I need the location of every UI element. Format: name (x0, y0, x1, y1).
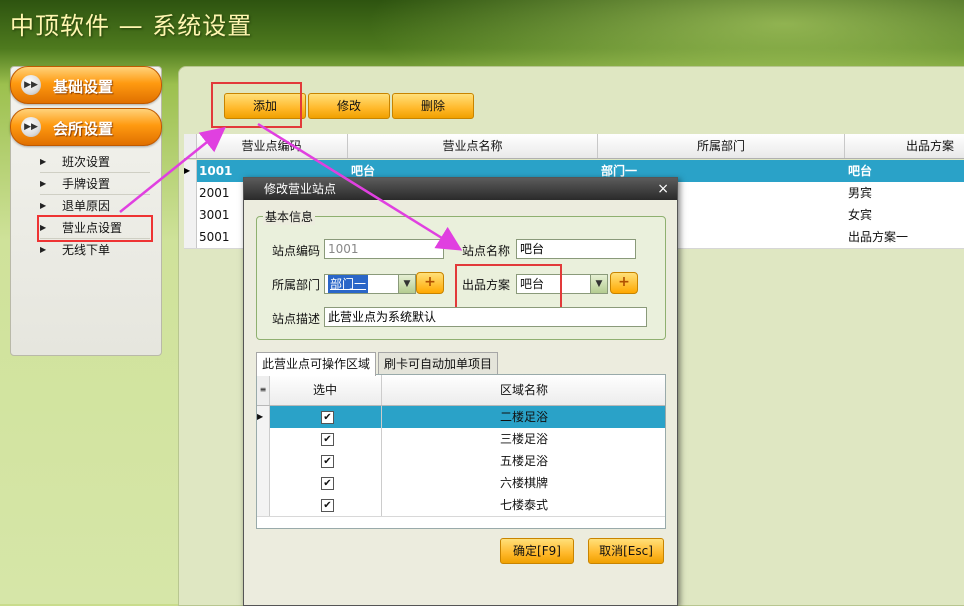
cell-code: 1001 (199, 164, 233, 178)
expand-icon: ▶▶ (21, 117, 41, 137)
checkbox[interactable]: ✔ (321, 411, 334, 424)
tab-operable-areas[interactable]: 此营业点可操作区域 (256, 352, 377, 376)
list-item[interactable]: ✔ 七楼泰式 (257, 494, 665, 517)
add-plan-button[interactable]: + (610, 272, 638, 294)
row-indicator (257, 428, 270, 450)
list-item[interactable]: ✔ 五楼足浴 (257, 450, 665, 473)
add-dept-button[interactable]: + (416, 272, 444, 294)
sidebar-item-shift[interactable]: ▶ 班次设置 (40, 152, 150, 173)
sidebar-item-label: 营业点设置 (62, 221, 123, 235)
dialog-title: 修改营业站点 (264, 182, 337, 196)
cell-plan: 吧台 (848, 164, 873, 178)
row-indicator (257, 494, 270, 516)
sidebar-group-label: 基础设置 (53, 78, 114, 96)
grid-header: 营业点编码 营业点名称 所属部门 出品方案 (184, 134, 964, 159)
checkbox[interactable]: ✔ (321, 477, 334, 490)
list-item[interactable]: ▶ ✔ 二楼足浴 (257, 406, 665, 429)
sidebar-item-return-reason[interactable]: ▶ 退单原因 (40, 196, 150, 217)
area-grid: ≡ 选中 区域名称 ▶ ✔ 二楼足浴 ✔ 三楼足浴 ✔ 五楼足浴 ✔ 六楼棋牌 … (256, 374, 666, 529)
sidebar-group-club[interactable]: ▶▶ 会所设置 (10, 108, 162, 146)
area-grid-header: ≡ 选中 区域名称 (257, 375, 665, 406)
cancel-button[interactable]: 取消[Esc] (588, 538, 664, 564)
ok-button[interactable]: 确定[F9] (500, 538, 574, 564)
delete-button[interactable]: 删除 (392, 93, 474, 119)
checkbox[interactable]: ✔ (321, 499, 334, 512)
cell-code: 5001 (199, 230, 230, 244)
sidebar-group-basic[interactable]: ▶▶ 基础设置 (10, 66, 162, 104)
sidebar-item-business-point[interactable]: ▶ 营业点设置 (37, 215, 153, 242)
cell-plan: 男宾 (848, 186, 873, 200)
chevron-down-icon[interactable]: ▼ (398, 275, 415, 293)
col-area-name[interactable]: 区域名称 (381, 375, 666, 405)
cell-code: 2001 (199, 186, 230, 200)
desc-field[interactable] (324, 307, 647, 327)
area-name: 五楼足浴 (381, 450, 666, 472)
bullet-arrow-icon: ▶ (40, 201, 47, 210)
current-row-icon: ▶ (257, 406, 270, 428)
dept-value: 部门一 (328, 275, 369, 293)
col-code[interactable]: 营业点编码 (196, 134, 348, 158)
area-name: 七楼泰式 (381, 494, 666, 516)
sidebar-item-label: 无线下单 (62, 243, 111, 257)
desc-label: 站点描述 (272, 312, 321, 326)
sidebar-item-wristband[interactable]: ▶ 手牌设置 (40, 174, 150, 195)
checkbox[interactable]: ✔ (321, 433, 334, 446)
list-item[interactable]: ✔ 三楼足浴 (257, 428, 665, 451)
cell-plan: 女宾 (848, 208, 873, 222)
cell-plan: 出品方案一 (848, 230, 909, 244)
highlight-box (455, 264, 562, 310)
chevron-down-icon[interactable]: ▼ (590, 275, 607, 293)
row-indicator (257, 450, 270, 472)
dept-select[interactable]: 部门一 ▼ (324, 274, 416, 294)
edit-button[interactable]: 修改 (308, 93, 390, 119)
bullet-arrow-icon: ▶ (40, 245, 47, 254)
col-name[interactable]: 营业点名称 (348, 134, 598, 158)
expand-icon: ▶▶ (21, 75, 41, 95)
highlight-box (211, 82, 302, 128)
list-item[interactable]: ✔ 六楼棋牌 (257, 472, 665, 495)
area-name: 二楼足浴 (381, 406, 666, 428)
sidebar-item-label: 班次设置 (62, 155, 111, 169)
area-name: 三楼足浴 (381, 428, 666, 450)
bullet-arrow-icon: ▶ (40, 179, 47, 188)
checkbox[interactable]: ✔ (321, 455, 334, 468)
cell-code: 3001 (199, 208, 230, 222)
col-selected[interactable]: 选中 (269, 375, 381, 405)
edit-site-dialog: 修改营业站点 × 基本信息 站点编码 站点名称 所属部门 部门一 ▼ + 出品方… (243, 177, 678, 606)
bullet-arrow-icon: ▶ (40, 223, 47, 232)
dept-label: 所属部门 (272, 278, 321, 292)
col-plan[interactable]: 出品方案 (845, 134, 964, 158)
sidebar-item-label: 手牌设置 (62, 177, 111, 191)
app-title: 中顶软件 — 系统设置 (10, 12, 253, 40)
row-indicator (257, 472, 270, 494)
tab-auto-add-items[interactable]: 刷卡可自动加单项目 (378, 352, 499, 375)
site-name-label: 站点名称 (462, 244, 511, 258)
dialog-titlebar[interactable]: 修改营业站点 × (244, 178, 677, 200)
site-code-field[interactable] (324, 239, 444, 259)
col-dept[interactable]: 所属部门 (598, 134, 845, 158)
site-name-field[interactable] (516, 239, 636, 259)
site-code-label: 站点编码 (272, 244, 321, 258)
sidebar-item-label: 退单原因 (62, 199, 111, 213)
sidebar-item-wireless-order[interactable]: ▶ 无线下单 (40, 240, 150, 260)
close-icon[interactable]: × (657, 178, 669, 200)
sidebar-group-label: 会所设置 (53, 120, 114, 138)
group-title: 基本信息 (263, 208, 316, 225)
bullet-arrow-icon: ▶ (40, 157, 47, 166)
area-name: 六楼棋牌 (381, 472, 666, 494)
